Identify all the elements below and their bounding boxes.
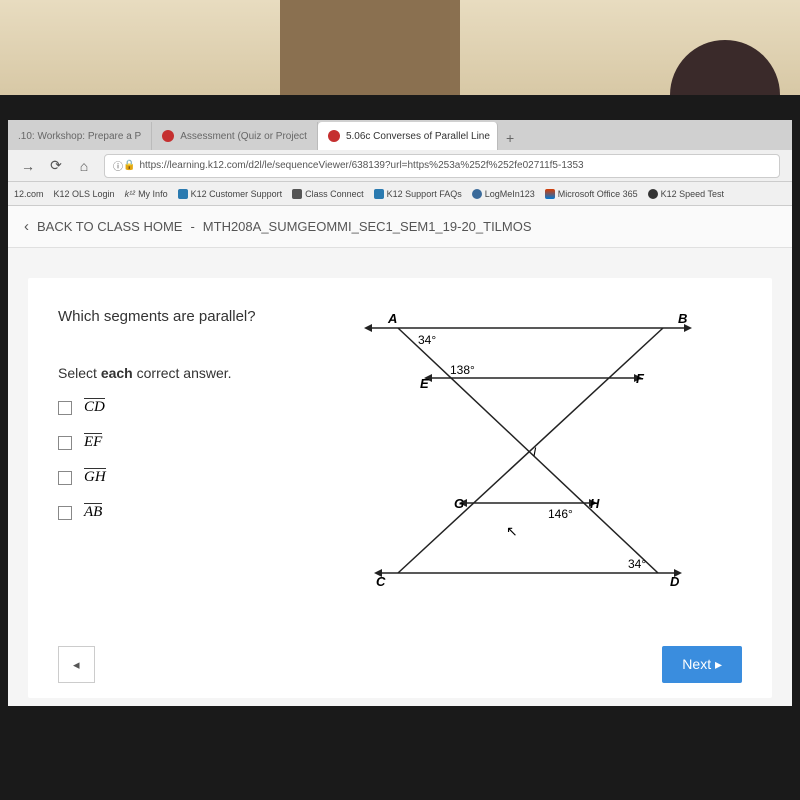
answer-option[interactable]: GH xyxy=(58,469,338,486)
bookmark-item[interactable]: K12 Support FAQs xyxy=(374,189,462,199)
tab-label: Assessment (Quiz or Project xyxy=(180,131,307,142)
bookmark-item[interactable]: Microsoft Office 365 xyxy=(545,189,638,199)
nav-toolbar: → ⟳ ⌂ ⓘ 🔒 https://learning.k12.com/d2l/l… xyxy=(8,150,792,182)
browser-tab[interactable]: Assessment (Quiz or Project xyxy=(152,122,318,150)
point-H: H xyxy=(590,496,600,511)
tab-strip: .10: Workshop: Prepare a P Assessment (Q… xyxy=(8,120,792,150)
address-bar[interactable]: ⓘ 🔒 https://learning.k12.com/d2l/le/sequ… xyxy=(104,154,780,178)
bookmark-item[interactable]: k¹² My Info xyxy=(125,189,168,199)
reload-icon[interactable]: → xyxy=(16,154,40,178)
breadcrumb: ‹ BACK TO CLASS HOME - MTH208A_SUMGEOMMI… xyxy=(8,206,792,248)
info-icon: ⓘ xyxy=(113,158,123,173)
prev-button[interactable]: ◂ xyxy=(58,646,95,683)
checkbox[interactable] xyxy=(58,471,72,485)
chevron-left-icon[interactable]: ‹ xyxy=(24,218,29,235)
monitor-bezel: .10: Workshop: Prepare a P Assessment (Q… xyxy=(0,95,800,800)
instruction-text: Select each correct answer. xyxy=(58,365,338,381)
tab-favicon xyxy=(162,130,174,142)
point-D: D xyxy=(670,574,680,589)
new-tab-button[interactable]: + xyxy=(498,126,522,150)
answer-label: AB xyxy=(84,504,102,521)
bookmarks-bar: 12.com K12 OLS Login k¹² My Info K12 Cus… xyxy=(8,182,792,206)
angle-34-top: 34° xyxy=(418,333,436,347)
point-B: B xyxy=(678,311,687,326)
page-content: ‹ BACK TO CLASS HOME - MTH208A_SUMGEOMMI… xyxy=(8,206,792,706)
course-title: MTH208A_SUMGEOMMI_SEC1_SEM1_19-20_TILMOS xyxy=(203,219,532,234)
point-I: I xyxy=(533,445,537,459)
lock-icon: 🔒 xyxy=(123,160,135,171)
point-A: A xyxy=(387,311,397,326)
point-G: G xyxy=(454,496,464,511)
checkbox[interactable] xyxy=(58,506,72,520)
mouse-cursor-icon: ↖ xyxy=(506,523,518,540)
bookmark-item[interactable]: K12 Customer Support xyxy=(178,189,283,199)
answer-label: CD xyxy=(84,399,105,416)
home-icon[interactable]: ⌂ xyxy=(72,154,96,178)
url-text: https://learning.k12.com/d2l/le/sequence… xyxy=(139,160,583,171)
geometry-diagram: A B E F G H C D I 34° 138° 146° xyxy=(358,308,742,613)
reload-icon[interactable]: ⟳ xyxy=(44,154,68,178)
answer-option[interactable]: EF xyxy=(58,434,338,451)
point-F: F xyxy=(636,371,645,386)
answer-option[interactable]: CD xyxy=(58,399,338,416)
bookmark-item[interactable]: 12.com xyxy=(14,189,44,199)
quiz-panel: Which segments are parallel? Select each… xyxy=(28,278,772,698)
point-E: E xyxy=(420,376,429,391)
answer-label: GH xyxy=(84,469,106,486)
bookmark-item[interactable]: LogMeIn123 xyxy=(472,189,535,199)
bookmark-item[interactable]: Class Connect xyxy=(292,189,364,199)
angle-138: 138° xyxy=(450,363,475,377)
back-link[interactable]: BACK TO CLASS HOME xyxy=(37,219,182,234)
browser-window: .10: Workshop: Prepare a P Assessment (Q… xyxy=(8,120,792,706)
angle-34-bottom: 34° xyxy=(628,557,646,571)
bookmark-item[interactable]: K12 OLS Login xyxy=(54,189,115,199)
answer-label: EF xyxy=(84,434,102,451)
answer-option[interactable]: AB xyxy=(58,504,338,521)
checkbox[interactable] xyxy=(58,401,72,415)
tab-label: .10: Workshop: Prepare a P xyxy=(18,131,141,142)
tab-label: 5.06c Converses of Parallel Line xyxy=(346,131,490,142)
tab-favicon xyxy=(328,130,340,142)
point-C: C xyxy=(376,574,386,589)
browser-tab[interactable]: .10: Workshop: Prepare a P xyxy=(8,122,152,150)
next-button[interactable]: Next ▸ xyxy=(662,646,742,683)
bookmark-item[interactable]: K12 Speed Test xyxy=(648,189,724,199)
angle-146: 146° xyxy=(548,507,573,521)
checkbox[interactable] xyxy=(58,436,72,450)
question-text: Which segments are parallel? xyxy=(58,308,338,325)
browser-tab-active[interactable]: 5.06c Converses of Parallel Line ✕ xyxy=(318,122,498,150)
